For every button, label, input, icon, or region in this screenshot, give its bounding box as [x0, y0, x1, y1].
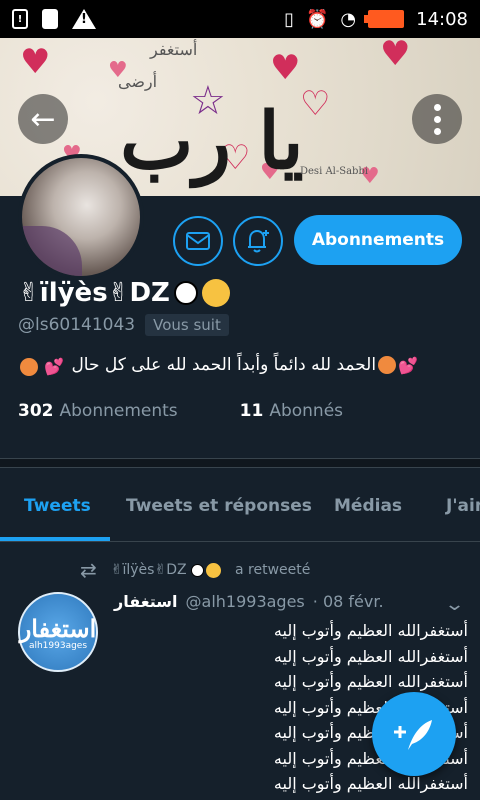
tab-tweets-replies[interactable]: Tweets et réponses — [126, 496, 312, 516]
active-tab-indicator — [0, 537, 110, 541]
warning-icon — [72, 9, 96, 29]
dot-icon — [433, 127, 441, 135]
soccer-ball-icon — [173, 281, 198, 305]
followers-count: 11 — [239, 401, 264, 421]
tweet-line: أستغفرالله العظيم وأتوب إليه — [273, 646, 468, 666]
retweet-indicator: ⇄ ✌ïlÿès✌DZ a retweeté — [80, 558, 310, 582]
user-handle: @ls60141043 — [18, 315, 136, 335]
heart-decoration: ♥ — [270, 48, 301, 88]
tab-tweets[interactable]: Tweets — [24, 496, 91, 516]
retweet-user: ✌ïlÿès✌DZ — [111, 562, 222, 578]
tweet-line: أستغفرالله العظيم وأتوب إليه — [273, 774, 468, 793]
arrow-left-icon: ← — [30, 101, 56, 137]
bio-text: الحمد لله دائماً وأبداً الحمد لله على كل… — [71, 355, 377, 375]
compose-tweet-button[interactable] — [372, 692, 456, 776]
follows-you-badge: Vous suit — [145, 314, 229, 336]
tweet-date: · 08 févr. — [312, 592, 384, 611]
more-options-button[interactable] — [412, 94, 462, 144]
dot-icon — [433, 103, 441, 111]
sim-alert-icon — [42, 9, 58, 29]
message-button[interactable] — [173, 216, 223, 266]
heart-decoration: ♥ — [380, 38, 411, 74]
tweet-author-name[interactable]: استغفار — [114, 592, 178, 611]
followers-label: Abonnés — [269, 401, 344, 421]
vibrate-icon: ▯ — [284, 8, 294, 30]
alarm-icon: ⏰ — [305, 8, 329, 30]
tweet-author-avatar[interactable]: استغفار alh1993ages — [18, 592, 98, 672]
smiley-icon — [206, 562, 222, 578]
hearts-icon: 💕 — [398, 355, 418, 375]
dot-icon — [433, 115, 441, 123]
hearts-icon: 💕 — [44, 357, 64, 376]
banner-text-small: أرضى — [118, 72, 158, 91]
tab-media[interactable]: Médias — [334, 496, 402, 516]
tweet-header: استغفار @alh1993ages · 08 févr. — [114, 592, 384, 611]
tweet-handle: @alh1993ages — [185, 592, 305, 611]
avatar-logo-subtext: alh1993ages — [28, 640, 88, 651]
soccer-ball-icon — [191, 563, 205, 577]
status-time: 14:08 — [416, 8, 468, 30]
profile-bio: 💕 الحمد لله دائماً وأبداً الحمد لله على ك… — [71, 355, 418, 375]
retweet-text: a retweeté — [235, 562, 311, 578]
bio-emoji-end: 💕 — [18, 357, 64, 376]
banner-text-small: أستغفر — [150, 40, 198, 59]
tweet-line: أستغفرالله العظيم وأتوب إليه — [273, 672, 468, 691]
avatar-logo-text: استغفار — [19, 613, 97, 643]
quill-plus-icon — [394, 720, 432, 750]
banner-signature: Desi Al-Sabbi — [300, 166, 369, 177]
followers-stat[interactable]: 11 Abonnés — [240, 401, 343, 421]
following-stat[interactable]: 302 Abonnements — [18, 401, 178, 421]
display-name: ✌ïlÿès✌DZ — [18, 278, 230, 308]
heart-decoration: ♥ — [20, 42, 51, 82]
smiley-icon — [201, 279, 230, 307]
following-label: Abonnements — [59, 401, 178, 421]
handle-row: @ls60141043 Vous suit — [18, 314, 229, 336]
profile-stats: 302 Abonnements 11 Abonnés — [18, 401, 343, 421]
status-bar: ! ▯ ⏰ ◔ 14:08 — [0, 0, 480, 38]
heart-decoration: ♡ — [300, 84, 331, 124]
notification-icon: ! — [12, 9, 28, 29]
following-count: 302 — [18, 401, 54, 421]
battery-icon — [364, 10, 405, 28]
retweet-icon: ⇄ — [80, 558, 97, 582]
tab-likes[interactable]: J'aime — [446, 496, 480, 516]
bell-plus-icon — [248, 229, 269, 253]
profile-avatar[interactable] — [18, 154, 144, 280]
display-name-text: ✌ïlÿès✌DZ — [18, 278, 170, 308]
tweet-line: أستغفرالله العظيم وأتوب إليه — [273, 621, 468, 640]
profile-tabs: Tweets Tweets et réponses Médias J'aime — [0, 468, 480, 542]
following-button[interactable]: Abonnements — [294, 215, 462, 265]
wifi-icon: ◔ — [340, 8, 357, 30]
banner-calligraphy: يا رب — [120, 96, 304, 187]
envelope-icon — [186, 232, 210, 250]
back-button[interactable]: ← — [18, 94, 68, 144]
flower-icon — [20, 357, 38, 376]
chevron-down-icon[interactable]: ⌄ — [444, 594, 465, 615]
notifications-button[interactable] — [233, 216, 283, 266]
section-divider — [0, 458, 480, 468]
flower-icon — [378, 356, 397, 374]
